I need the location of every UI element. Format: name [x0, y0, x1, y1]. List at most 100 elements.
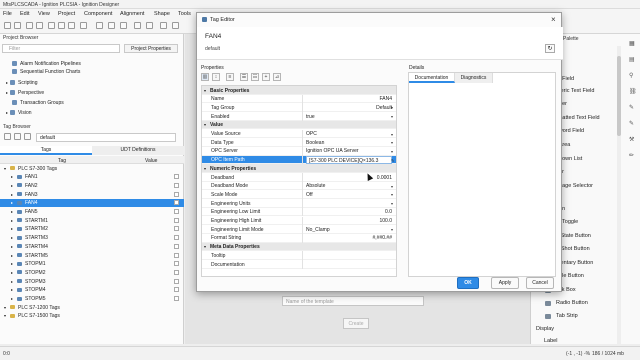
expand-caret-icon[interactable]: ▸: [11, 296, 13, 301]
expand-caret-icon[interactable]: ▸: [11, 261, 13, 266]
edit-icon[interactable]: [14, 133, 21, 140]
search-icon[interactable]: [96, 22, 103, 29]
dropdown-arrow-icon[interactable]: ▾: [391, 105, 393, 110]
property-row[interactable]: Engineering Units ▾: [202, 199, 396, 208]
dropdown-arrow-icon[interactable]: ▾: [391, 132, 393, 137]
menu-edit[interactable]: Edit: [20, 11, 29, 17]
tag-folder-row[interactable]: ▾ PLC S7-1200 Tags: [0, 303, 184, 312]
pencil-icon[interactable]: ✏: [629, 152, 636, 159]
tag-value-checkbox[interactable]: [174, 217, 179, 223]
tag-value-checkbox[interactable]: [174, 269, 179, 275]
ok-button[interactable]: OK: [457, 277, 479, 289]
tag-row[interactable]: ▸ STARTM1: [0, 216, 184, 225]
align-icon[interactable]: [146, 22, 153, 29]
tag-row[interactable]: ▸ FAN5: [0, 208, 184, 217]
property-row[interactable]: Data Type Boolean ▾: [202, 138, 396, 147]
tab-diagnostics[interactable]: Diagnostics: [455, 73, 493, 83]
tab-tags[interactable]: Tags: [0, 146, 92, 155]
property-row[interactable]: Format String #,##0.##: [202, 233, 396, 243]
property-value[interactable]: Default: [298, 105, 392, 111]
palette-scrollbar[interactable]: [617, 46, 621, 346]
dropdown-arrow-icon[interactable]: ▾: [391, 184, 393, 189]
tab-udt-definitions[interactable]: UDT Definitions: [92, 146, 184, 155]
expand-caret-icon[interactable]: ▸: [11, 183, 13, 188]
refresh-icon[interactable]: [24, 133, 31, 140]
group-icon[interactable]: [160, 22, 167, 29]
expand-caret-icon[interactable]: ▾: [4, 166, 6, 171]
tag-row[interactable]: ▸ STOPM3: [0, 277, 184, 286]
property-value[interactable]: FAN4: [298, 96, 392, 102]
property-value[interactable]: OPC: [306, 131, 392, 137]
tag-row[interactable]: ▸ STOPM5: [0, 295, 184, 304]
property-row[interactable]: Tooltip: [202, 251, 396, 260]
tag-value-checkbox[interactable]: [174, 261, 179, 267]
tag-folder-row[interactable]: ▾ PLC S7-1500 Tags: [0, 312, 184, 321]
palette-component[interactable]: Radio Button: [556, 300, 588, 308]
project-properties-button[interactable]: Project Properties: [124, 44, 178, 53]
property-value[interactable]: #,##0.##: [298, 235, 392, 241]
layout-icon[interactable]: [134, 22, 141, 29]
property-value[interactable]: Off: [306, 192, 392, 198]
binding-icon[interactable]: ⛓: [629, 88, 637, 95]
tree-perspective[interactable]: ▸ Perspective: [6, 90, 44, 98]
palette-component[interactable]: Tab Strip: [556, 313, 578, 321]
property-row[interactable]: Documentation: [202, 260, 396, 269]
property-row[interactable]: Value Source OPC ▾: [202, 129, 396, 139]
menu-project[interactable]: Project: [58, 11, 75, 17]
cut-icon[interactable]: [48, 22, 55, 29]
dropdown-arrow-icon[interactable]: ▾: [391, 149, 393, 154]
property-value[interactable]: No_Clamp: [306, 227, 392, 233]
tag-value-checkbox[interactable]: [174, 174, 179, 180]
dropdown-arrow-icon[interactable]: ▾: [391, 114, 393, 119]
property-row[interactable]: Name FAN4: [202, 94, 396, 104]
palette-section[interactable]: Display: [536, 326, 554, 332]
tag-row[interactable]: ▸ STARTM2: [0, 225, 184, 234]
collapse-caret-icon[interactable]: ▾: [204, 88, 206, 93]
property-row[interactable]: OPC Server Ignition OPC UA Server ▾: [202, 146, 396, 156]
tag-value-checkbox[interactable]: [174, 191, 179, 197]
add-property-icon[interactable]: +: [262, 73, 270, 81]
refresh-icon[interactable]: ↻: [545, 44, 555, 53]
tag-value-checkbox[interactable]: [174, 182, 179, 188]
expand-caret-icon[interactable]: ▸: [11, 287, 13, 292]
expand-caret-icon[interactable]: ▸: [11, 244, 13, 249]
properties-tool-icon[interactable]: ▤: [629, 56, 636, 63]
tag-row[interactable]: ▸ FAN3: [0, 190, 184, 199]
arrange-icon[interactable]: [172, 22, 179, 29]
expand-icon[interactable]: ☷: [251, 73, 259, 81]
tag-row[interactable]: ▸ STOPM2: [0, 268, 184, 277]
property-value[interactable]: 0.0001: [298, 175, 392, 181]
collapse-caret-icon[interactable]: ▾: [204, 166, 206, 171]
tree-scripting[interactable]: ▸ Scripting: [6, 80, 37, 88]
tag-value-checkbox[interactable]: [174, 243, 179, 249]
redo-icon[interactable]: [36, 22, 43, 29]
collapse-caret-icon[interactable]: ▾: [204, 122, 206, 127]
expand-caret-icon[interactable]: ▸: [11, 279, 13, 284]
expand-caret-icon[interactable]: ▸: [11, 270, 13, 275]
list-view-icon[interactable]: ≡: [226, 73, 234, 81]
property-value[interactable]: Boolean: [306, 140, 392, 146]
tag-row[interactable]: ▸ STARTM3: [0, 234, 184, 243]
collapse-icon[interactable]: ☰: [240, 73, 248, 81]
property-section-header[interactable]: ▾ Value: [202, 120, 396, 130]
add-tag-icon[interactable]: [4, 133, 11, 140]
property-value[interactable]: Absolute: [306, 183, 392, 189]
tag-value-checkbox[interactable]: [174, 226, 179, 232]
create-button[interactable]: Create: [343, 318, 369, 329]
property-row[interactable]: OPC Item Path [S7-300 PLC DEVICE]Q×136.3 ✎: [202, 155, 396, 165]
property-value[interactable]: true: [306, 114, 392, 120]
tag-value-checkbox[interactable]: [174, 278, 179, 284]
tree-vision[interactable]: ▸ Vision: [6, 110, 32, 118]
property-row[interactable]: Engineering High Limit 100.0: [202, 216, 396, 226]
dropdown-arrow-icon[interactable]: ▾: [391, 227, 393, 232]
tag-row[interactable]: ▸ FAN2: [0, 181, 184, 190]
expand-caret-icon[interactable]: ▸: [11, 235, 13, 240]
tag-value-checkbox[interactable]: [174, 209, 179, 214]
pin-icon[interactable]: ⚲: [629, 72, 636, 79]
expand-caret-icon[interactable]: ▸: [11, 218, 13, 223]
tag-row[interactable]: ▸ FAN1: [0, 173, 184, 182]
grid-icon[interactable]: [108, 22, 115, 29]
paste-icon[interactable]: [68, 22, 75, 29]
menu-component[interactable]: Component: [84, 11, 112, 17]
palette-component[interactable]: rmatted Text Field: [556, 115, 600, 123]
